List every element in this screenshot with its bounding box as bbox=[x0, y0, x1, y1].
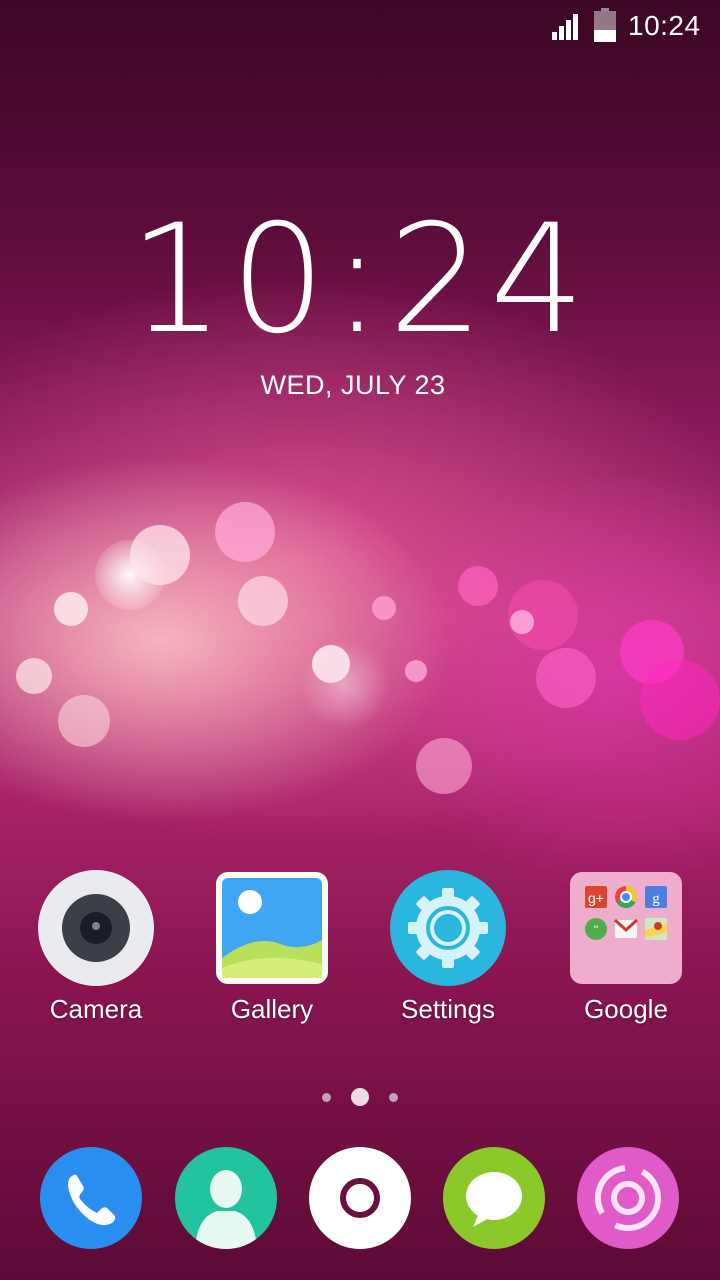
page-dot[interactable] bbox=[389, 1093, 398, 1102]
bokeh-light bbox=[58, 695, 110, 747]
app-settings[interactable]: Settings bbox=[368, 870, 528, 1025]
app-label: Camera bbox=[49, 994, 143, 1024]
app-label: Google bbox=[584, 994, 668, 1024]
signal-bars-icon bbox=[552, 14, 578, 40]
dock-browser[interactable] bbox=[577, 1147, 679, 1249]
battery-icon bbox=[594, 8, 616, 42]
page-dot-active[interactable] bbox=[351, 1088, 369, 1106]
settings-gear-icon bbox=[390, 870, 506, 986]
bokeh-light bbox=[16, 658, 52, 694]
bokeh-light bbox=[536, 648, 596, 708]
app-gallery[interactable]: Gallery bbox=[192, 870, 352, 1025]
bokeh-light bbox=[130, 525, 190, 585]
app-label: Settings bbox=[401, 994, 495, 1024]
dock-home[interactable] bbox=[309, 1147, 411, 1249]
phone-icon bbox=[40, 1147, 142, 1249]
bokeh-light bbox=[300, 640, 390, 730]
dock-contacts[interactable] bbox=[175, 1147, 277, 1249]
bokeh-light bbox=[238, 576, 288, 626]
dock-messages[interactable] bbox=[443, 1147, 545, 1249]
contacts-icon bbox=[175, 1147, 277, 1249]
app-camera[interactable]: Camera bbox=[16, 870, 176, 1025]
bokeh-light bbox=[405, 660, 427, 682]
status-time: 10:24 bbox=[628, 10, 701, 41]
bokeh-light bbox=[372, 596, 396, 620]
bokeh-light bbox=[215, 502, 275, 562]
dock-phone[interactable] bbox=[40, 1147, 142, 1249]
app-google-folder[interactable]: g+ g " Google bbox=[546, 870, 706, 1025]
date-display: WED, JULY 23 bbox=[260, 370, 446, 400]
messages-icon bbox=[443, 1147, 545, 1249]
svg-text:g: g bbox=[652, 891, 660, 907]
page-dot[interactable] bbox=[322, 1093, 331, 1102]
browser-orbit-icon bbox=[577, 1147, 679, 1249]
bokeh-light bbox=[508, 580, 578, 650]
svg-text:": " bbox=[594, 923, 598, 937]
svg-text:g+: g+ bbox=[588, 890, 604, 906]
app-label: Gallery bbox=[230, 994, 314, 1024]
google-folder-icon: g+ g " bbox=[568, 870, 684, 986]
clock-display: 10:24 bbox=[128, 193, 592, 367]
camera-icon bbox=[38, 870, 154, 986]
bokeh-light bbox=[416, 738, 472, 794]
bokeh-light bbox=[640, 660, 720, 740]
home-circle-icon bbox=[309, 1147, 411, 1249]
bokeh-light bbox=[458, 566, 498, 606]
status-bar: 10:24 bbox=[0, 0, 720, 52]
bokeh-light bbox=[54, 592, 88, 626]
gallery-icon bbox=[214, 870, 330, 986]
